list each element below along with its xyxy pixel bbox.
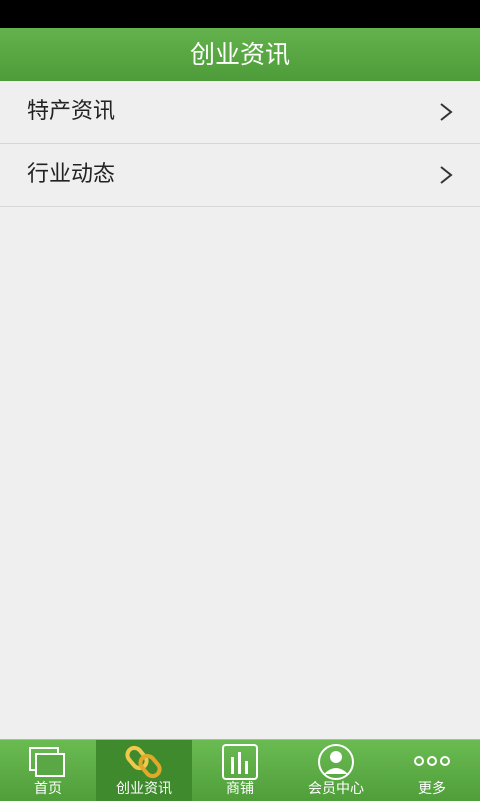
home-windows-icon bbox=[29, 747, 65, 777]
tab-member-center[interactable]: 会员中心 bbox=[288, 740, 384, 801]
tab-label: 会员中心 bbox=[308, 781, 364, 797]
tab-label: 创业资讯 bbox=[116, 781, 172, 797]
page-title: 创业资讯 bbox=[189, 40, 290, 69]
more-dots-icon bbox=[414, 756, 450, 766]
list-item-label: 特产资讯 bbox=[27, 99, 116, 124]
news-category-list: 特产资讯 行业动态 bbox=[0, 81, 480, 207]
user-avatar-icon bbox=[318, 744, 354, 780]
tab-label: 首页 bbox=[34, 781, 62, 797]
tab-label: 商铺 bbox=[226, 781, 254, 797]
tab-shops[interactable]: 商铺 bbox=[192, 740, 288, 801]
bar-chart-icon bbox=[222, 744, 258, 780]
chevron-right-icon bbox=[440, 103, 453, 121]
tab-startup-news[interactable]: 创业资讯 bbox=[96, 740, 192, 801]
tab-more[interactable]: 更多 bbox=[384, 740, 480, 801]
chevron-right-icon bbox=[440, 166, 453, 184]
tab-label: 更多 bbox=[418, 781, 446, 797]
bottom-tab-bar: 首页 创业资讯 商铺 会员中心 更多 bbox=[0, 739, 480, 801]
tab-home[interactable]: 首页 bbox=[0, 740, 96, 801]
list-item-industry-news[interactable]: 行业动态 bbox=[0, 144, 480, 207]
list-item-specialty-news[interactable]: 特产资讯 bbox=[0, 81, 480, 144]
page-header: 创业资讯 bbox=[0, 28, 480, 81]
link-chain-icon bbox=[125, 745, 162, 779]
status-bar bbox=[0, 0, 480, 28]
list-item-label: 行业动态 bbox=[27, 162, 116, 187]
